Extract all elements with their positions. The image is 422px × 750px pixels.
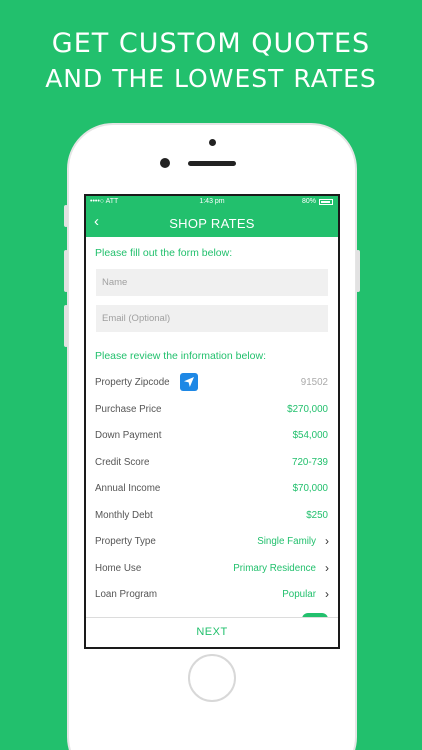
- row-property-zipcode[interactable]: Property Zipcode 91502: [86, 369, 338, 396]
- phone-camera: [209, 139, 216, 146]
- status-time: 1:43 pm: [199, 198, 225, 205]
- battery-percent: 80%: [301, 198, 316, 205]
- battery-icon: [319, 199, 333, 205]
- row-label: Property Type: [95, 536, 156, 547]
- promo-headline-line1: GET CUSTOM QUOTES: [51, 28, 371, 59]
- chevron-right-icon: ›: [325, 534, 329, 548]
- page-title: SHOP RATES: [169, 216, 255, 231]
- row-loan-program[interactable]: Loan Program Popular ›: [86, 581, 338, 608]
- next-button[interactable]: NEXT: [86, 626, 338, 638]
- row-down-payment[interactable]: Down Payment $54,000: [86, 422, 338, 449]
- row-label: Monthly Debt: [95, 509, 153, 521]
- location-arrow-icon[interactable]: [180, 373, 198, 391]
- row-credit-score[interactable]: Credit Score 720-739: [86, 449, 338, 476]
- footer-bar: NEXT: [86, 617, 338, 647]
- phone-volume-down: [64, 305, 68, 347]
- phone-sensor: [160, 158, 170, 168]
- row-label: Credit Score: [95, 456, 150, 468]
- nav-bar: ‹ SHOP RATES: [86, 209, 338, 237]
- phone-volume-up: [64, 250, 68, 292]
- phone-side-button: [64, 205, 68, 227]
- row-value: Primary Residence: [233, 562, 316, 574]
- email-input[interactable]: [96, 305, 328, 332]
- row-monthly-debt[interactable]: Monthly Debt $250: [86, 502, 338, 529]
- row-value: Single Family: [257, 536, 316, 547]
- row-value: $54,000: [292, 430, 328, 441]
- row-purchase-price[interactable]: Purchase Price $270,000: [86, 396, 338, 423]
- row-label: Home Use: [95, 562, 142, 574]
- row-value: $250: [306, 509, 328, 521]
- name-input[interactable]: [96, 269, 328, 296]
- row-label: Loan Program: [95, 589, 158, 600]
- phone-home-button[interactable]: [188, 654, 236, 702]
- review-section-title: Please review the information below:: [95, 350, 267, 362]
- row-value: $270,000: [287, 403, 328, 415]
- chevron-right-icon: ›: [325, 560, 329, 575]
- row-label: Down Payment: [95, 430, 162, 441]
- form-section-title: Please fill out the form below:: [95, 247, 233, 259]
- row-label: Property Zipcode: [95, 377, 170, 388]
- row-property-type[interactable]: Property Type Single Family ›: [86, 528, 338, 555]
- row-value: 720-739: [292, 456, 328, 468]
- row-label: Annual Income: [95, 483, 161, 494]
- row-value: Popular: [282, 589, 316, 600]
- review-list: Property Zipcode 91502 Purchase Price $2…: [86, 369, 338, 608]
- phone-speaker: [188, 161, 236, 166]
- row-value: 91502: [300, 377, 328, 388]
- row-annual-income[interactable]: Annual Income $70,000: [86, 475, 338, 502]
- row-label: Purchase Price: [95, 403, 162, 415]
- phone-power-button: [356, 250, 360, 292]
- chevron-right-icon: ›: [325, 587, 329, 601]
- status-bar: ••••○ ATT 1:43 pm 80%: [86, 196, 338, 209]
- row-value: $70,000: [292, 483, 328, 494]
- phone-frame: ••••○ ATT 1:43 pm 80% ‹ SHOP RATES Pleas…: [64, 123, 360, 750]
- promo-headline-line2: AND THE LOWEST RATES: [45, 64, 377, 93]
- app-screen: ••••○ ATT 1:43 pm 80% ‹ SHOP RATES Pleas…: [84, 194, 340, 649]
- row-home-use[interactable]: Home Use Primary Residence ›: [86, 555, 338, 582]
